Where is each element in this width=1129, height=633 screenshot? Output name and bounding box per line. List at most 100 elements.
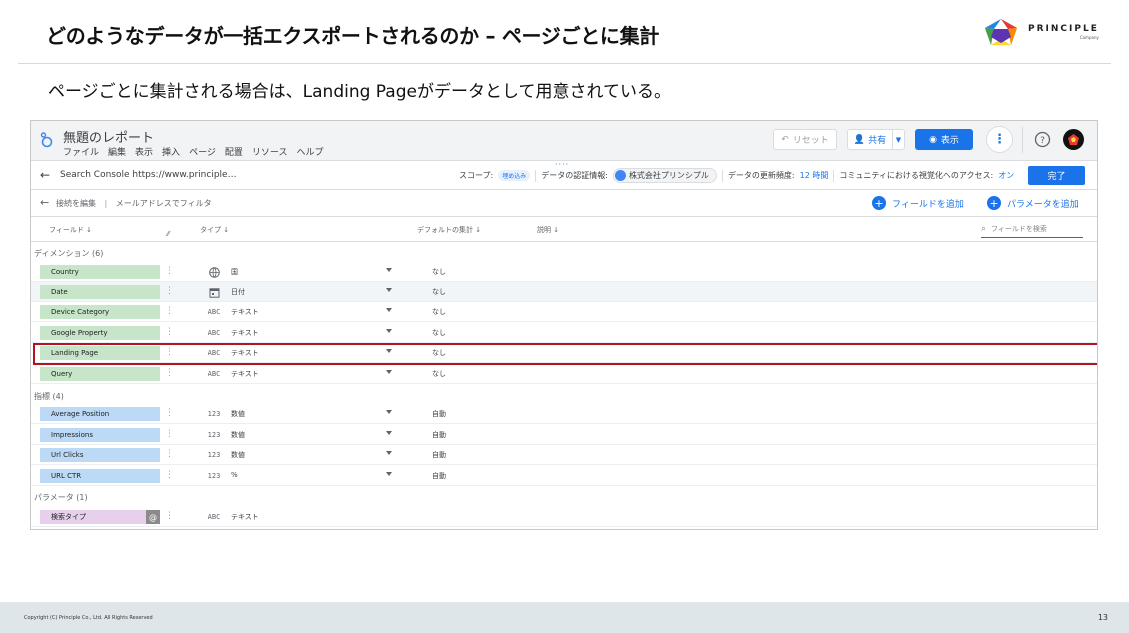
share-button[interactable]: 👤 共有 ▼ xyxy=(847,129,905,150)
table-row[interactable]: Country ⋮ 国 なし xyxy=(31,262,1097,282)
menu-insert[interactable]: 挿入 xyxy=(162,145,180,158)
number-type-icon: 123 xyxy=(207,410,221,418)
aggregation-label: 自動 xyxy=(432,431,446,439)
drag-handle-icon[interactable]: ⋮ xyxy=(165,511,174,522)
column-description[interactable]: 説明 ↓ xyxy=(537,225,559,235)
type-dropdown-icon[interactable] xyxy=(386,431,392,435)
field-chip[interactable]: Google Property xyxy=(40,326,160,340)
table-row[interactable]: Average Position ⋮ 123 数値 自動 xyxy=(31,404,1097,424)
table-row[interactable]: Device Category ⋮ ABC テキスト なし xyxy=(31,302,1097,322)
drag-handle-icon[interactable]: ⋮ xyxy=(165,470,174,481)
refresh-label: データの更新頻度: xyxy=(727,171,795,180)
aggregation-label: 自動 xyxy=(432,472,446,480)
drag-handle-icon[interactable]: ⋮ xyxy=(165,449,174,460)
drag-handle-icon[interactable]: ⋮ xyxy=(165,266,174,277)
type-dropdown-icon[interactable] xyxy=(386,268,392,272)
add-field-button[interactable]: + フィールドを追加 xyxy=(872,196,964,210)
add-parameter-button[interactable]: + パラメータを追加 xyxy=(987,196,1079,210)
field-table-header: フィールド ↓ ⁄⁄ タイプ ↓ デフォルトの集計 ↓ 説明 ↓ ⌕ フィールド… xyxy=(31,218,1097,242)
drag-handle-icon[interactable]: ⋮ xyxy=(165,286,174,297)
menu-resource[interactable]: リソース xyxy=(252,145,288,158)
data-studio-logo-icon[interactable] xyxy=(40,132,54,148)
data-source-name[interactable]: Search Console https://www.principle… xyxy=(60,170,237,180)
table-row[interactable]: Impressions ⋮ 123 数値 自動 xyxy=(31,425,1097,445)
share-dropdown-icon[interactable]: ▼ xyxy=(892,130,904,149)
type-dropdown-icon[interactable] xyxy=(386,370,392,374)
filter-by-email-link[interactable]: メールアドレスでフィルタ xyxy=(116,199,212,208)
type-dropdown-icon[interactable] xyxy=(386,308,392,312)
aggregation-label: なし xyxy=(432,370,446,378)
type-dropdown-icon[interactable] xyxy=(386,288,392,292)
section-dimensions: ディメンション (6) xyxy=(34,249,104,258)
drag-handle-icon[interactable]: ⋮ xyxy=(165,327,174,338)
done-button[interactable]: 完了 xyxy=(1028,166,1085,185)
more-options-button[interactable]: ⋮ xyxy=(986,126,1013,153)
menu-help[interactable]: ヘルプ xyxy=(296,145,323,158)
field-chip[interactable]: Impressions xyxy=(40,428,160,442)
owner-name: 株式会社プリンシプル xyxy=(628,171,709,180)
field-chip[interactable]: Average Position xyxy=(40,407,160,421)
reset-button[interactable]: ↶ リセット xyxy=(773,129,837,150)
data-studio-window: 無題のレポート ファイル 編集 表示 挿入 ページ 配置 リソース ヘルプ ↶ … xyxy=(30,120,1098,530)
table-row[interactable]: 検索タイプ @ ⋮ ABC テキスト xyxy=(31,507,1097,527)
type-dropdown-icon[interactable] xyxy=(386,472,392,476)
aggregation-label: なし xyxy=(432,308,446,316)
section-metrics: 指標 (4) xyxy=(34,392,64,401)
back-arrow-icon[interactable]: ← xyxy=(40,168,50,182)
add-field-label: フィールドを追加 xyxy=(892,199,964,210)
drag-handle-icon[interactable]: ⋮ xyxy=(165,408,174,419)
type-dropdown-icon[interactable] xyxy=(386,410,392,414)
menu-page[interactable]: ページ xyxy=(189,145,216,158)
scope-chip[interactable]: 埋め込み xyxy=(498,170,531,181)
field-search-input[interactable]: ⌕ フィールドを検索 xyxy=(981,221,1083,238)
table-row[interactable]: Date ⋮ 日付 なし xyxy=(31,282,1097,302)
drag-handle-icon[interactable]: ⋮ xyxy=(165,368,174,379)
pentagon-logo-icon xyxy=(984,18,1018,46)
table-row[interactable]: Query ⋮ ABC テキスト なし xyxy=(31,364,1097,384)
text-type-icon: ABC xyxy=(207,329,221,337)
field-chip[interactable]: Country xyxy=(40,265,160,279)
menu-edit[interactable]: 編集 xyxy=(108,145,126,158)
column-field[interactable]: フィールド ↓ xyxy=(49,225,92,235)
view-button[interactable]: ◉ 表示 xyxy=(915,129,973,150)
table-row[interactable]: Url Clicks ⋮ 123 数値 自動 xyxy=(31,445,1097,465)
refresh-value-link[interactable]: 12 時間 xyxy=(800,170,829,181)
table-row[interactable]: Google Property ⋮ ABC テキスト なし xyxy=(31,323,1097,343)
field-chip[interactable]: URL CTR xyxy=(40,469,160,483)
menu-arrange[interactable]: 配置 xyxy=(225,145,243,158)
back-arrow-icon[interactable]: ← xyxy=(40,196,49,209)
account-avatar[interactable] xyxy=(1063,129,1084,150)
field-chip[interactable]: Device Category xyxy=(40,305,160,319)
field-chip[interactable]: Date xyxy=(40,285,160,299)
column-default-aggregation[interactable]: デフォルトの集計 ↓ xyxy=(417,225,481,235)
type-label: 数値 xyxy=(231,410,245,418)
type-dropdown-icon[interactable] xyxy=(386,451,392,455)
drag-handle-icon[interactable]: ⋮ xyxy=(165,306,174,317)
credentials-label: データの認証情報: xyxy=(541,171,608,180)
help-icon[interactable]: ? xyxy=(1033,130,1052,149)
field-chip[interactable]: Url Clicks xyxy=(40,448,160,462)
column-type[interactable]: タイプ ↓ xyxy=(200,225,229,235)
menu-file[interactable]: ファイル xyxy=(63,145,99,158)
table-row[interactable]: URL CTR ⋮ 123 % 自動 xyxy=(31,466,1097,486)
principle-logo: PRINCIPLE Company xyxy=(982,17,1099,47)
edit-connection-link[interactable]: 接続を編集 xyxy=(56,199,96,208)
field-chip[interactable]: 検索タイプ xyxy=(40,510,146,524)
type-label: テキスト xyxy=(231,329,259,337)
type-dropdown-icon[interactable] xyxy=(386,329,392,333)
report-title[interactable]: 無題のレポート xyxy=(63,127,154,146)
type-dropdown-icon[interactable] xyxy=(386,349,392,353)
field-chip[interactable]: Landing Page xyxy=(40,346,160,360)
drag-handle-icon[interactable]: ⋮ xyxy=(165,429,174,440)
drag-handle-icon[interactable]: ⋮ xyxy=(165,347,174,358)
slide-subtitle: ページごとに集計される場合は、Landing Pageがデータとして用意されてい… xyxy=(48,82,671,102)
table-row-landing-page[interactable]: Landing Page ⋮ ABC テキスト なし xyxy=(31,343,1097,363)
menu-view[interactable]: 表示 xyxy=(135,145,153,158)
field-chip[interactable]: Query xyxy=(40,367,160,381)
column-resize-icon[interactable]: ⁄⁄ xyxy=(167,230,169,238)
page-number: 13 xyxy=(1097,613,1108,622)
view-label: 表示 xyxy=(940,136,959,146)
text-type-icon: ABC xyxy=(207,308,221,316)
owner-chip[interactable]: 株式会社プリンシプル xyxy=(612,168,717,183)
community-value-link[interactable]: オン xyxy=(998,170,1014,181)
